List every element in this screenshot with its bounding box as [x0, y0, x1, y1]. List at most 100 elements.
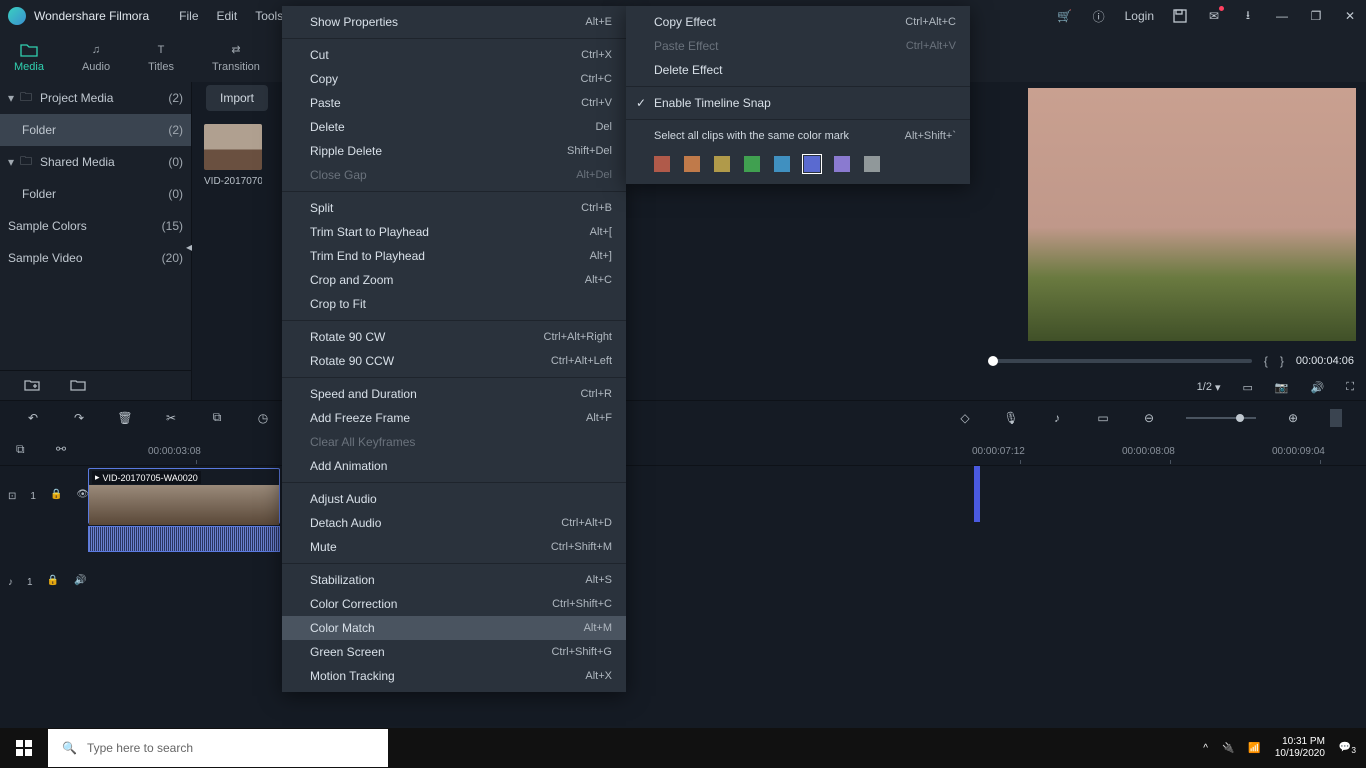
tab-media[interactable]: Media [14, 42, 44, 73]
menu-item[interactable]: Copy EffectCtrl+Alt+C [626, 10, 970, 34]
tray-chevron-icon[interactable]: ^ [1203, 743, 1208, 754]
close-icon[interactable]: ✕ [1342, 8, 1358, 24]
save-icon[interactable] [1172, 8, 1188, 24]
sidebar-folder-1[interactable]: Folder(2) [0, 114, 191, 146]
sidebar-shared-media[interactable]: ▾🗀Shared Media(0) [0, 146, 191, 178]
zoom-slider[interactable] [1186, 417, 1256, 419]
wifi-icon[interactable]: 📶 [1248, 743, 1260, 754]
chevron-left-icon[interactable]: ◂ [186, 240, 196, 254]
menu-item[interactable]: Color MatchAlt+M [282, 616, 626, 640]
menu-item[interactable]: Add Animation [282, 454, 626, 478]
color-swatch[interactable] [834, 156, 850, 172]
volume-icon[interactable]: 🔊 [74, 575, 88, 589]
menu-item[interactable]: Rotate 90 CWCtrl+Alt+Right [282, 325, 626, 349]
tab-audio[interactable]: ♫Audio [82, 42, 110, 73]
video-clip[interactable]: ▸VID-20170705-WA0020 [88, 468, 280, 524]
zoom-ratio[interactable]: 1/2 ▾ [1197, 381, 1221, 394]
menu-item[interactable]: SplitCtrl+B [282, 196, 626, 220]
voiceover-icon[interactable]: 🎙 [1002, 409, 1020, 427]
login-link[interactable]: Login [1125, 8, 1154, 24]
menu-item[interactable]: Green ScreenCtrl+Shift+G [282, 640, 626, 664]
menu-item[interactable]: Color CorrectionCtrl+Shift+C [282, 592, 626, 616]
menu-item[interactable]: Detach AudioCtrl+Alt+D [282, 511, 626, 535]
caption-icon[interactable]: ▭ [1094, 409, 1112, 427]
folder-icon[interactable] [70, 377, 86, 393]
lock-icon[interactable]: 🔒 [50, 489, 62, 503]
context-menu[interactable]: Show PropertiesAlt+E CutCtrl+XCopyCtrl+CP… [282, 6, 626, 692]
menu-item[interactable]: PasteCtrl+V [282, 91, 626, 115]
manage-tracks-icon[interactable]: ⧉ [16, 442, 32, 458]
start-button[interactable] [0, 728, 48, 768]
sidebar-sample-colors[interactable]: Sample Colors(15) [0, 210, 191, 242]
sidebar-sample-video[interactable]: Sample Video(20) [0, 242, 191, 274]
taskbar-search[interactable]: 🔍Type here to search [48, 729, 388, 767]
menu-item[interactable]: Show PropertiesAlt+E [282, 10, 626, 34]
volume-icon[interactable]: 🔊 [1311, 381, 1325, 394]
menu-file[interactable]: File [179, 9, 198, 23]
context-submenu[interactable]: Copy EffectCtrl+Alt+CPaste EffectCtrl+Al… [626, 6, 970, 184]
menu-item[interactable]: CutCtrl+X [282, 43, 626, 67]
menu-item[interactable]: MuteCtrl+Shift+M [282, 535, 626, 559]
audio-clip[interactable] [88, 526, 280, 552]
menu-edit[interactable]: Edit [217, 9, 238, 23]
undo-icon[interactable]: ↶ [24, 409, 42, 427]
menu-item[interactable]: Crop and ZoomAlt+C [282, 268, 626, 292]
link-icon[interactable]: ⚯ [56, 442, 72, 458]
menu-item[interactable]: StabilizationAlt+S [282, 568, 626, 592]
menu-item[interactable]: Motion TrackingAlt+X [282, 664, 626, 688]
menu-item[interactable]: Rotate 90 CCWCtrl+Alt+Left [282, 349, 626, 373]
battery-icon[interactable]: 🔌 [1222, 743, 1234, 754]
menu-item[interactable]: Delete Effect [626, 58, 970, 82]
gap-marker[interactable] [974, 466, 980, 522]
menu-item[interactable]: Adjust Audio [282, 487, 626, 511]
seek-bar[interactable] [988, 359, 1252, 363]
menu-tools[interactable]: Tools [255, 9, 283, 23]
color-swatch[interactable] [864, 156, 880, 172]
mark-out-icon[interactable]: } [1280, 354, 1284, 368]
snapshot-icon[interactable]: 📷 [1275, 381, 1289, 394]
menu-item[interactable]: Add Freeze FrameAlt+F [282, 406, 626, 430]
crop-icon[interactable]: ⧉ [208, 409, 226, 427]
info-icon[interactable]: ⓘ [1091, 8, 1107, 24]
notifications-icon[interactable]: 💬3 [1339, 742, 1356, 755]
menu-item[interactable]: CopyCtrl+C [282, 67, 626, 91]
color-swatch[interactable] [654, 156, 670, 172]
timeline-ruler[interactable]: 00:00:03:08 00:00:07:12 00:00:08:08 00:0… [88, 446, 1366, 464]
menu-item[interactable]: Ripple DeleteShift+Del [282, 139, 626, 163]
delete-icon[interactable]: 🗑 [116, 409, 134, 427]
sidebar-project-media[interactable]: ▾🗀Project Media(2) [0, 82, 191, 114]
media-thumb[interactable]: VID-2017070 [204, 124, 262, 187]
add-folder-icon[interactable] [24, 377, 40, 393]
menu-item[interactable]: Speed and DurationCtrl+R [282, 382, 626, 406]
marker-icon[interactable]: ◇ [956, 409, 974, 427]
import-button[interactable]: Import [206, 85, 268, 111]
lock-icon[interactable]: 🔒 [47, 575, 61, 589]
menu-item[interactable]: Crop to Fit [282, 292, 626, 316]
menu-item[interactable]: Trim Start to PlayheadAlt+[ [282, 220, 626, 244]
split-icon[interactable]: ✂ [162, 409, 180, 427]
cart-icon[interactable]: 🛒 [1057, 8, 1073, 24]
color-swatch[interactable] [804, 156, 820, 172]
tab-transition[interactable]: ⇄Transition [212, 42, 260, 73]
color-swatch[interactable] [684, 156, 700, 172]
color-swatch[interactable] [744, 156, 760, 172]
mark-in-icon[interactable]: { [1264, 354, 1268, 368]
menu-item[interactable]: ✓Enable Timeline Snap [626, 91, 970, 115]
audio-mixer-icon[interactable]: ♪ [1048, 409, 1066, 427]
taskbar-clock[interactable]: 10:31 PM10/19/2020 [1275, 736, 1325, 760]
maximize-icon[interactable]: ❐ [1308, 8, 1324, 24]
sidebar-folder-2[interactable]: Folder(0) [0, 178, 191, 210]
task-app[interactable] [398, 728, 444, 768]
download-icon[interactable]: ⭳ [1240, 8, 1256, 24]
message-icon[interactable]: ✉ [1206, 8, 1222, 24]
zoom-out-icon[interactable]: ⊖ [1140, 409, 1158, 427]
zoom-in-icon[interactable]: ⊕ [1284, 409, 1302, 427]
minimize-icon[interactable]: — [1274, 8, 1290, 24]
tab-titles[interactable]: TTitles [148, 42, 174, 73]
color-swatch[interactable] [714, 156, 730, 172]
redo-icon[interactable]: ↷ [70, 409, 88, 427]
menu-item[interactable]: Trim End to PlayheadAlt+] [282, 244, 626, 268]
pip-icon[interactable]: ▭ [1242, 381, 1252, 394]
zoom-fit-icon[interactable] [1330, 409, 1342, 427]
color-swatch[interactable] [774, 156, 790, 172]
